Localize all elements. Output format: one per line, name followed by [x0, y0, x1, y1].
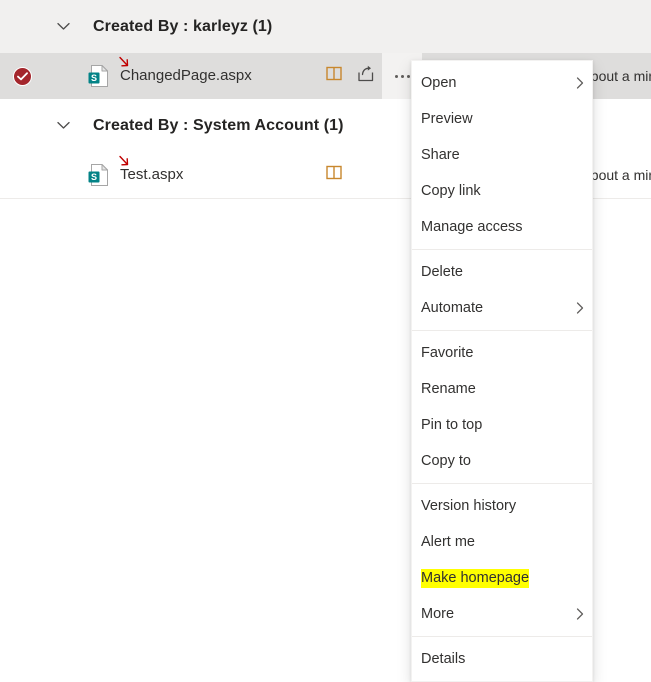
- row-actions: [318, 152, 350, 198]
- submenu-arrow-icon: [576, 77, 584, 89]
- context-menu[interactable]: Open Preview Share Copy link Manage access De…: [411, 60, 593, 682]
- menu-item-label: Details: [421, 650, 466, 667]
- modified-time-cell: about a minute ago: [583, 167, 651, 183]
- menu-separator: [412, 636, 592, 637]
- modified-time-cell: about a minute ago: [583, 68, 651, 84]
- column-toggle-button[interactable]: [318, 159, 350, 191]
- menu-item-automate[interactable]: Automate: [412, 290, 592, 326]
- menu-item-label: Open: [421, 74, 457, 91]
- menu-separator: [412, 330, 592, 331]
- menu-item-favorite[interactable]: Favorite: [412, 335, 592, 371]
- group-title: Created By : karleyz (1): [93, 17, 273, 35]
- menu-item-label: Favorite: [421, 344, 474, 361]
- menu-item-rename[interactable]: Rename: [412, 371, 592, 407]
- menu-item-alert-me[interactable]: Alert me: [412, 524, 592, 560]
- share-button[interactable]: [350, 60, 382, 92]
- menu-item-open[interactable]: Open: [412, 65, 592, 101]
- svg-text:S: S: [91, 172, 97, 182]
- file-name-link[interactable]: Test.aspx: [120, 166, 183, 183]
- menu-item-manage-access[interactable]: Manage access: [412, 209, 592, 245]
- menu-item-label: Manage access: [421, 218, 523, 235]
- column-toggle-button[interactable]: [318, 60, 350, 92]
- menu-item-label: Automate: [421, 299, 484, 316]
- chevron-down-icon[interactable]: [53, 116, 73, 136]
- menu-item-make-homepage[interactable]: Make homepage: [412, 560, 592, 596]
- chevron-down-icon[interactable]: [53, 17, 73, 37]
- check-circle-icon: [12, 66, 32, 86]
- svg-text:S: S: [91, 73, 97, 83]
- columns-icon: [326, 165, 342, 185]
- ellipsis-icon: [394, 74, 410, 78]
- row-actions: [318, 53, 422, 99]
- menu-item-label: Share: [421, 146, 460, 163]
- menu-separator: [412, 483, 592, 484]
- menu-item-label: Copy to: [421, 452, 471, 469]
- sharepoint-page-icon: S: [88, 64, 110, 88]
- menu-item-copy-link[interactable]: Copy link: [412, 173, 592, 209]
- menu-item-label: Preview: [421, 110, 473, 127]
- group-title: Created By : System Account (1): [93, 116, 344, 134]
- file-name-cell[interactable]: ChangedPage.aspx: [119, 56, 252, 85]
- menu-item-label: Alert me: [421, 533, 475, 550]
- submenu-arrow-icon: [576, 302, 584, 314]
- menu-item-version-history[interactable]: Version history: [412, 488, 592, 524]
- menu-item-share[interactable]: Share: [412, 137, 592, 173]
- share-icon: [357, 65, 375, 87]
- file-name-cell[interactable]: Test.aspx: [119, 155, 183, 184]
- menu-item-label: Delete: [421, 263, 463, 280]
- menu-item-pin-to-top[interactable]: Pin to top: [412, 407, 592, 443]
- menu-item-more[interactable]: More: [412, 596, 592, 632]
- menu-item-label: More: [421, 605, 455, 622]
- file-name-link[interactable]: ChangedPage.aspx: [120, 67, 252, 84]
- columns-icon: [326, 66, 342, 86]
- menu-item-label: Copy link: [421, 182, 481, 199]
- submenu-arrow-icon: [576, 608, 584, 620]
- menu-item-label: Rename: [421, 380, 476, 397]
- menu-item-details[interactable]: Details: [412, 641, 592, 677]
- menu-item-label: Version history: [421, 497, 517, 514]
- menu-item-label: Make homepage: [421, 568, 530, 588]
- sharepoint-page-icon: S: [88, 163, 110, 187]
- menu-separator: [412, 249, 592, 250]
- menu-item-label: Pin to top: [421, 416, 483, 433]
- menu-item-copy-to[interactable]: Copy to: [412, 443, 592, 479]
- group-header[interactable]: Created By : karleyz (1): [0, 0, 651, 53]
- menu-item-delete[interactable]: Delete: [412, 254, 592, 290]
- menu-item-preview[interactable]: Preview: [412, 101, 592, 137]
- row-select-checkbox[interactable]: [0, 66, 44, 86]
